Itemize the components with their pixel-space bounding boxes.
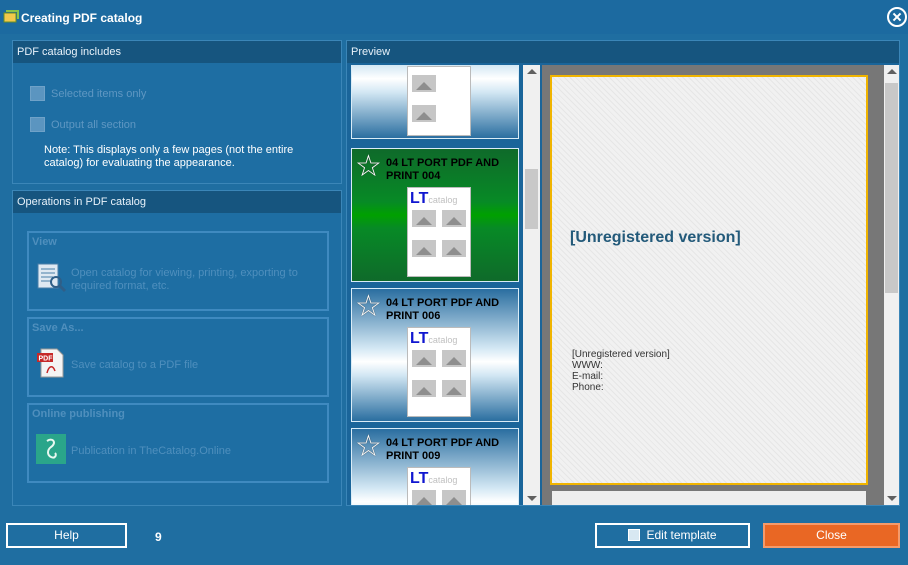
view-operation[interactable]: View Open catalog for viewing, printing,… bbox=[27, 231, 329, 311]
thumbnail-scrollbar[interactable] bbox=[523, 65, 540, 505]
online-publishing-operation[interactable]: Online publishing Publication in TheCata… bbox=[27, 403, 329, 483]
includes-panel: PDF catalog includes Selected items only… bbox=[12, 40, 342, 184]
scrollbar-thumb[interactable] bbox=[885, 83, 898, 293]
image-placeholder-icon bbox=[412, 75, 436, 92]
catalog-search-icon bbox=[37, 263, 67, 293]
save-as-operation[interactable]: Save As... PDF Save catalog to a PDF fil… bbox=[27, 317, 329, 397]
preview-page: [Unregistered version] [Unregistered ver… bbox=[550, 75, 868, 485]
thumbnail-item[interactable]: ☆ 04 LT PORT PDF AND PRINT 006 LTcatalog bbox=[351, 288, 519, 422]
online-publishing-title: Online publishing bbox=[32, 408, 125, 420]
save-as-description: Save catalog to a PDF file bbox=[71, 359, 199, 371]
page-preview-area: [Unregistered version] [Unregistered ver… bbox=[542, 65, 884, 505]
close-button[interactable]: Close bbox=[763, 523, 900, 548]
thumbnail-title: 04 LT PORT PDF AND PRINT 006 bbox=[386, 297, 500, 322]
image-placeholder-icon bbox=[442, 350, 466, 367]
preview-header: Preview bbox=[347, 41, 899, 63]
edit-template-label: Edit template bbox=[646, 528, 717, 542]
scrollbar-thumb[interactable] bbox=[525, 169, 538, 229]
operations-panel: Operations in PDF catalog View Open cata… bbox=[12, 190, 342, 506]
thumbnail-item[interactable]: ☆ 04 LT PORT PDF AND PRINT 004 LTcatalog bbox=[351, 148, 519, 282]
scroll-down-icon[interactable] bbox=[887, 496, 897, 501]
info-line: WWW: bbox=[572, 360, 603, 371]
includes-header: PDF catalog includes bbox=[13, 41, 341, 63]
thumbnail-page-preview bbox=[407, 66, 471, 136]
selected-only-checkbox[interactable] bbox=[30, 86, 45, 101]
image-placeholder-icon bbox=[442, 380, 466, 397]
scroll-up-icon[interactable] bbox=[527, 69, 537, 74]
thumbnail-title: 04 LT PORT PDF AND PRINT 009 bbox=[386, 437, 500, 462]
catalog-logo: LTcatalog bbox=[410, 470, 458, 487]
catalog-logo: LTcatalog bbox=[410, 190, 458, 207]
save-as-title: Save As... bbox=[32, 322, 84, 334]
image-placeholder-icon bbox=[412, 240, 436, 257]
thumbnail-item[interactable] bbox=[351, 65, 519, 139]
image-placeholder-icon bbox=[412, 105, 436, 122]
window-close-icon[interactable] bbox=[887, 7, 907, 27]
edit-template-button[interactable]: Edit template bbox=[595, 523, 750, 548]
window-title: Creating PDF catalog bbox=[21, 11, 143, 25]
scroll-up-icon[interactable] bbox=[887, 69, 897, 74]
preview-panel: Preview ☆ 04 LT PORT PDF AND PRINT 004 L… bbox=[346, 40, 900, 506]
app-icon bbox=[3, 10, 19, 23]
image-placeholder-icon bbox=[442, 240, 466, 257]
thumbnail-list[interactable]: ☆ 04 LT PORT PDF AND PRINT 004 LTcatalog… bbox=[349, 65, 521, 505]
output-all-checkbox[interactable] bbox=[30, 117, 45, 132]
image-placeholder-icon bbox=[412, 380, 436, 397]
star-icon: ☆ bbox=[355, 150, 382, 183]
image-placeholder-icon bbox=[442, 210, 466, 227]
title-bar: Creating PDF catalog bbox=[0, 0, 908, 34]
page-scrollbar[interactable] bbox=[884, 65, 899, 505]
thumbnail-page-preview: LTcatalog bbox=[407, 327, 471, 417]
info-line: [Unregistered version] bbox=[572, 349, 670, 360]
thumbnail-page-preview: LTcatalog bbox=[407, 187, 471, 277]
star-icon: ☆ bbox=[355, 430, 382, 463]
view-title: View bbox=[32, 236, 57, 248]
page-count: 9 bbox=[155, 530, 162, 544]
image-placeholder-icon bbox=[412, 350, 436, 367]
svg-text:PDF: PDF bbox=[39, 356, 54, 363]
preview-note: Note: This displays only a few pages (no… bbox=[44, 144, 294, 169]
thecatalog-online-icon bbox=[36, 434, 66, 464]
info-line: E-mail: bbox=[572, 371, 604, 382]
help-button[interactable]: Help bbox=[6, 523, 127, 548]
scroll-down-icon[interactable] bbox=[527, 496, 537, 501]
output-all-label: Output all section bbox=[51, 119, 136, 131]
unregistered-heading: [Unregistered version] bbox=[570, 229, 741, 246]
info-line: Phone: bbox=[572, 382, 604, 393]
contact-info: [Unregistered version] WWW: E-mail: Phon… bbox=[572, 349, 670, 393]
pdf-file-icon: PDF bbox=[37, 348, 64, 378]
selected-only-label: Selected items only bbox=[51, 88, 147, 100]
operations-header: Operations in PDF catalog bbox=[13, 191, 341, 213]
thumbnail-page-preview: LTcatalog bbox=[407, 467, 471, 505]
thumbnail-item[interactable]: ☆ 04 LT PORT PDF AND PRINT 009 LTcatalog bbox=[351, 428, 519, 505]
thumbnail-title: 04 LT PORT PDF AND PRINT 004 bbox=[386, 157, 500, 182]
image-placeholder-icon bbox=[442, 490, 466, 505]
image-placeholder-icon bbox=[412, 490, 436, 505]
next-page-edge bbox=[552, 491, 866, 505]
edit-template-icon bbox=[628, 529, 641, 541]
view-description: Open catalog for viewing, printing, expo… bbox=[71, 267, 298, 292]
star-icon: ☆ bbox=[355, 290, 382, 323]
online-publishing-description: Publication in TheCatalog.Online bbox=[71, 445, 232, 457]
image-placeholder-icon bbox=[412, 210, 436, 227]
catalog-logo: LTcatalog bbox=[410, 330, 458, 347]
